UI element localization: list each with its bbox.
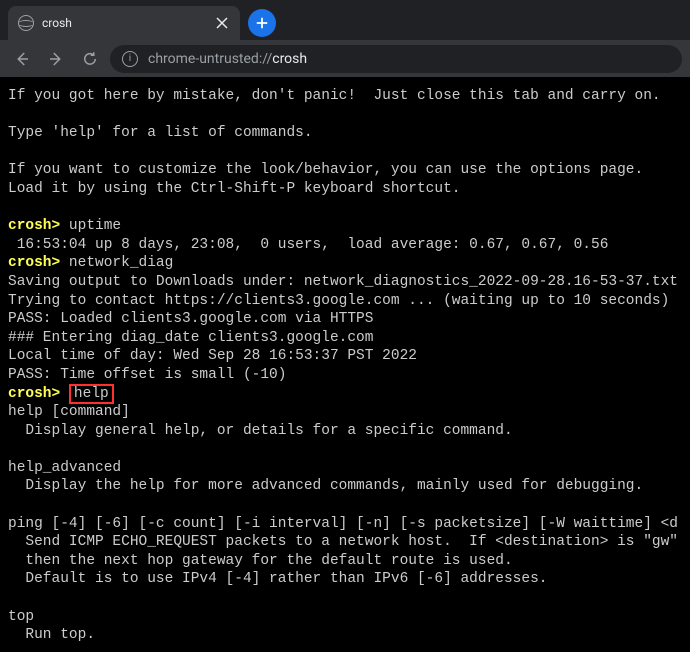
close-icon <box>214 15 230 31</box>
terminal-line: Trying to contact https://clients3.googl… <box>8 293 669 309</box>
close-tab-button[interactable] <box>214 15 230 31</box>
terminal-line: Send ICMP ECHO_REQUEST packets to a netw… <box>8 534 678 550</box>
new-tab-button[interactable] <box>248 9 276 37</box>
terminal-line: help_advanced <box>8 460 121 476</box>
info-icon: i <box>122 51 138 67</box>
terminal-line: Saving output to Downloads under: networ… <box>8 274 678 290</box>
reload-button[interactable] <box>76 45 104 73</box>
terminal-output[interactable]: If you got here by mistake, don't panic!… <box>0 77 690 652</box>
terminal-line: If you got here by mistake, don't panic!… <box>8 88 661 104</box>
terminal-line: Run top. <box>8 627 95 643</box>
terminal-line: PASS: Loaded clients3.google.com via HTT… <box>8 311 373 327</box>
terminal-line: Load it by using the Ctrl-Shift-P keyboa… <box>8 181 460 197</box>
plus-icon <box>255 16 269 30</box>
prompt: crosh> <box>8 218 60 234</box>
arrow-left-icon <box>13 50 31 68</box>
terminal-line: ping [-4] [-6] [-c count] [-i interval] … <box>8 516 678 532</box>
terminal-line: Local time of day: Wed Sep 28 16:53:37 P… <box>8 348 417 364</box>
forward-button[interactable] <box>42 45 70 73</box>
command-text: uptime <box>60 218 121 234</box>
terminal-line: top <box>8 609 34 625</box>
highlighted-command: help <box>69 384 114 404</box>
tab-title: crosh <box>42 16 206 30</box>
prompt: crosh> <box>8 255 60 271</box>
arrow-right-icon <box>47 50 65 68</box>
globe-icon <box>18 15 34 31</box>
terminal-line: 16:53:04 up 8 days, 23:08, 0 users, load… <box>8 237 608 253</box>
tab-strip: crosh <box>0 0 690 40</box>
url-text: chrome-untrusted://crosh <box>148 51 307 67</box>
address-bar[interactable]: i chrome-untrusted://crosh <box>110 45 682 73</box>
terminal-line: then the next hop gateway for the defaul… <box>8 553 513 569</box>
back-button[interactable] <box>8 45 36 73</box>
browser-toolbar: i chrome-untrusted://crosh <box>0 40 690 77</box>
terminal-line: Type 'help' for a list of commands. <box>8 125 313 141</box>
browser-tab[interactable]: crosh <box>8 6 240 40</box>
terminal-line: ### Entering diag_date clients3.google.c… <box>8 330 373 346</box>
terminal-line: If you want to customize the look/behavi… <box>8 162 643 178</box>
terminal-line: Display the help for more advanced comma… <box>8 478 643 494</box>
terminal-line: PASS: Time offset is small (-10) <box>8 367 286 383</box>
command-text: network_diag <box>60 255 173 271</box>
terminal-line: Default is to use IPv4 [-4] rather than … <box>8 571 548 587</box>
reload-icon <box>81 50 99 68</box>
terminal-line: Display general help, or details for a s… <box>8 423 513 439</box>
terminal-line: help [command] <box>8 404 130 420</box>
prompt: crosh> <box>8 386 60 402</box>
